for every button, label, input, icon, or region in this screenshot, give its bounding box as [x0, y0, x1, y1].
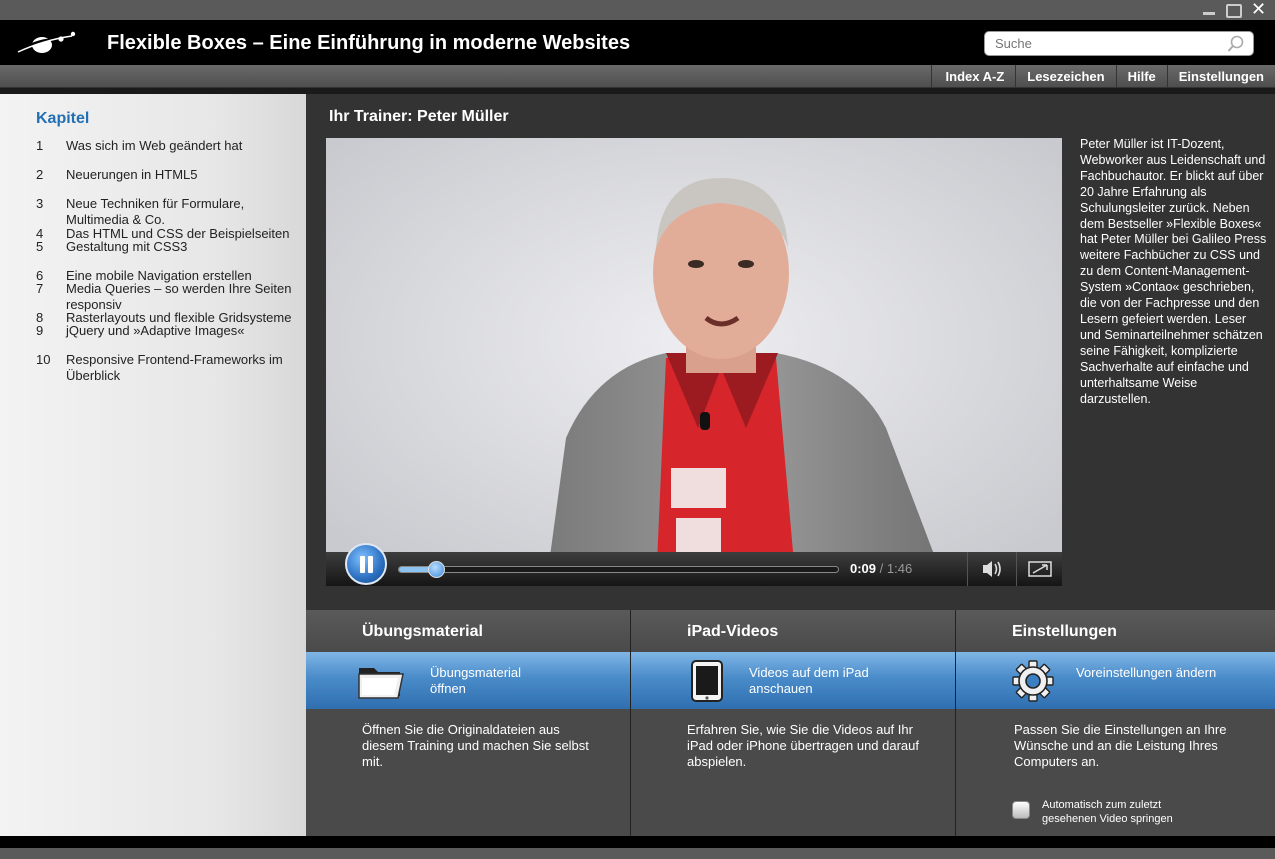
panel-settings: Einstellungen Voreinstellungen ändern Pa… [955, 610, 1275, 836]
panel-header: iPad-Videos [631, 610, 955, 652]
progress-thumb[interactable] [428, 561, 446, 578]
watch-on-ipad-button[interactable]: Videos auf dem iPad anschauen [631, 652, 955, 709]
time-display: 0:09 / 1:46 [850, 561, 912, 576]
panel-description: Passen Sie die Einstellungen an Ihre Wün… [1014, 722, 1227, 769]
chapter-item[interactable]: 2 Neuerungen in HTML5 [0, 167, 300, 183]
top-nav: Index A-Z Lesezeichen Hilfe Einstellunge… [0, 65, 1275, 88]
panel-ipad-videos: iPad-Videos Videos auf dem iPad anschaue… [630, 610, 955, 836]
panel-title: Übungsmaterial [362, 623, 483, 640]
auto-jump-option: Automatisch zum zuletzt gesehenen Video … [1012, 798, 1192, 826]
chapter-title: Neuerungen in HTML5 [66, 167, 198, 182]
chapter-title: Neue Techniken für Formulare, Multimedia… [66, 196, 245, 227]
chapter-number: 1 [36, 138, 44, 153]
panel-title: Einstellungen [1012, 623, 1117, 640]
panel-description: Erfahren Sie, wie Sie die Videos auf Ihr… [687, 722, 920, 769]
chapter-item[interactable]: 1 Was sich im Web geändert hat [0, 138, 300, 154]
video-controls: 0:09 / 1:46 [326, 543, 1062, 586]
action-label: Voreinstellungen ändern [1076, 665, 1217, 680]
ipad-icon [691, 660, 723, 702]
auto-jump-checkbox[interactable] [1012, 801, 1030, 819]
chapter-title: Responsive Frontend-Frameworks im Überbl… [66, 352, 283, 383]
current-time: 0:09 [850, 561, 877, 576]
maximize-icon[interactable] [1225, 1, 1242, 18]
chapter-list: 1 Was sich im Web geändert hat 2 Neuerunge… [0, 138, 300, 383]
pause-button[interactable] [345, 543, 387, 585]
panel-exercise-material: Übungsmaterial Übungsmaterial öffnen Öff… [306, 610, 630, 836]
gear-icon [1012, 660, 1054, 702]
panel-description: Öffnen Sie die Originaldateien aus diese… [362, 722, 589, 769]
title-bar: Flexible Boxes – Eine Einführung in mode… [0, 20, 1275, 65]
volume-button[interactable] [967, 552, 1013, 586]
trainer-bio: Peter Müller ist IT-Dozent, Webworker au… [1080, 137, 1267, 406]
chapter-title: jQuery und »Adaptive Images« [66, 323, 245, 338]
panel-title: iPad-Videos [687, 623, 779, 640]
chapter-title: Was sich im Web geändert hat [66, 138, 243, 153]
window-chrome: ✕ [0, 0, 1275, 20]
chapter-number: 9 [36, 323, 44, 338]
chapter-number: 5 [36, 239, 44, 254]
feature-panels: Übungsmaterial Übungsmaterial öffnen Öff… [306, 610, 1275, 836]
chapter-number: 7 [36, 281, 44, 296]
sidebar-heading: Kapitel [36, 110, 90, 127]
folder-icon [358, 668, 404, 699]
action-label: Übungsmaterial öffnen [430, 665, 522, 696]
window-controls: ✕ [1200, 1, 1267, 19]
nav-settings[interactable]: Einstellungen [1166, 65, 1275, 88]
panel-header: Übungsmaterial [306, 610, 630, 652]
fullscreen-button[interactable] [1016, 552, 1062, 586]
search-input[interactable] [985, 32, 1215, 55]
chapter-item[interactable]: 3 Neue Techniken für Formulare, Multimedi… [0, 196, 300, 228]
search-icon[interactable] [1227, 35, 1245, 53]
checkbox-label: Automatisch zum zuletzt gesehenen Video … [1042, 799, 1173, 825]
minimize-icon[interactable] [1200, 1, 1217, 18]
logo-icon [17, 31, 76, 53]
progress-track[interactable] [398, 561, 839, 578]
video-frame [326, 138, 1062, 586]
app-title: Flexible Boxes – Eine Einführung in mode… [107, 32, 631, 54]
volume-icon [983, 561, 1001, 577]
chapter-item[interactable]: 5 Gestaltung mit CSS3 [0, 239, 300, 255]
search-box[interactable] [984, 31, 1254, 56]
nav-index[interactable]: Index A-Z [930, 65, 1016, 88]
bottom-bar [0, 836, 1275, 859]
trainer-section: Ihr Trainer: Peter Müller 0:09 / 1:46 Pe… [306, 94, 1275, 610]
chapter-item[interactable]: 10 Responsive Frontend-Frameworks im Über… [0, 352, 300, 384]
change-preferences-button[interactable]: Voreinstellungen ändern [956, 652, 1275, 709]
action-label: Videos auf dem iPad anschauen [749, 665, 869, 696]
chapter-number: 10 [36, 352, 51, 367]
video-player[interactable] [326, 138, 1062, 586]
open-material-button[interactable]: Übungsmaterial öffnen [306, 652, 630, 709]
fullscreen-icon [1028, 561, 1052, 577]
chapter-title: Media Queries – so werden Ihre Seiten re… [66, 281, 292, 312]
chapter-item[interactable]: 7 Media Queries – so werden Ihre Seiten r… [0, 281, 300, 313]
trainer-title: Ihr Trainer: Peter Müller [329, 108, 509, 125]
chapter-number: 3 [36, 196, 44, 211]
nav-bookmarks[interactable]: Lesezeichen [1015, 65, 1115, 88]
chapter-item[interactable]: 9 jQuery und »Adaptive Images« [0, 323, 300, 339]
duration: / 1:46 [879, 561, 913, 576]
chapter-title: Gestaltung mit CSS3 [66, 239, 188, 254]
nav-help[interactable]: Hilfe [1115, 65, 1167, 88]
close-icon[interactable]: ✕ [1250, 1, 1267, 19]
panel-header: Einstellungen [956, 610, 1275, 652]
chapter-number: 2 [36, 167, 44, 182]
chapter-sidebar: Kapitel 1 Was sich im Web geändert hat 2 N… [0, 94, 306, 836]
